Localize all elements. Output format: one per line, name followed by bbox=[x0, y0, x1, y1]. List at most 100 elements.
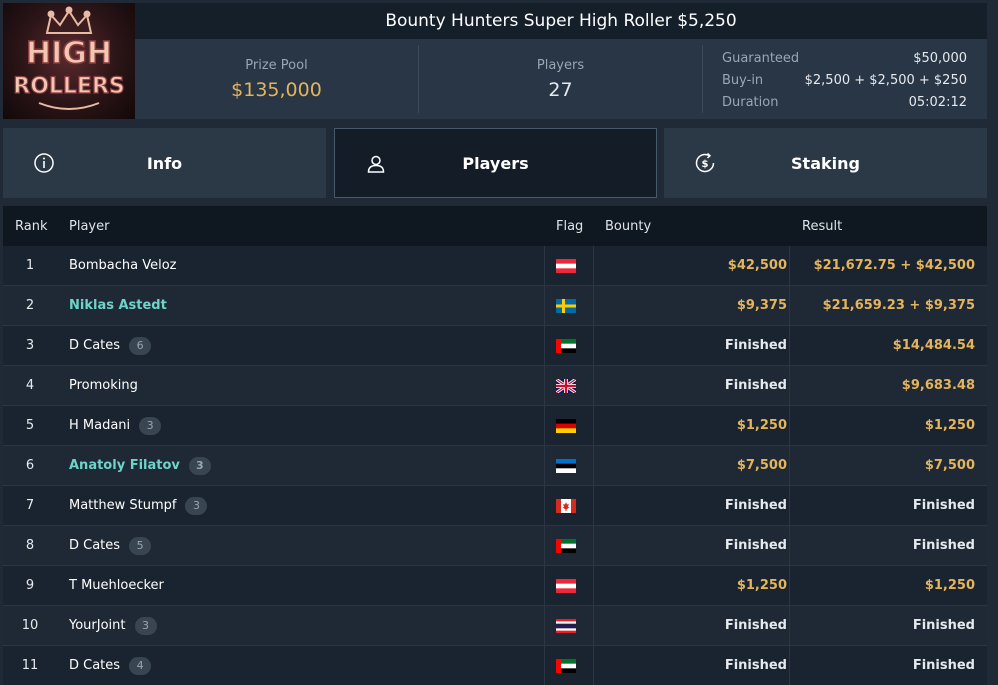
table-body: 1 Bombacha Veloz $42,500 $21,672.75 + $42,5… bbox=[3, 246, 987, 685]
result-cell: Finished bbox=[912, 618, 975, 633]
bounty-cell: $42,500 bbox=[727, 258, 787, 273]
player-name: D Cates bbox=[69, 538, 121, 553]
canada-flag bbox=[556, 498, 576, 513]
column-divider bbox=[544, 606, 545, 645]
column-divider bbox=[544, 526, 545, 565]
guaranteed-value: $50,000 bbox=[913, 50, 967, 66]
prize-pool-stat: Prize Pool $135,000 bbox=[135, 39, 418, 119]
player-name[interactable]: Anatoly Filatov bbox=[69, 458, 180, 473]
austria-flag bbox=[556, 578, 576, 593]
tab-players[interactable]: Players bbox=[334, 128, 657, 198]
guaranteed-label: Guaranteed bbox=[722, 50, 800, 66]
bounty-cell: Finished bbox=[724, 658, 787, 673]
buyin-label: Buy-in bbox=[722, 72, 764, 88]
flag-cell bbox=[556, 286, 576, 325]
flag-cell bbox=[556, 366, 576, 405]
bounty-cell: Finished bbox=[724, 498, 787, 513]
player-count-badge: 3 bbox=[139, 416, 162, 435]
rank-cell: 2 bbox=[25, 298, 35, 313]
thailand-flag bbox=[556, 618, 576, 633]
players-stat: Players 27 bbox=[419, 39, 702, 119]
table-row[interactable]: 1 Bombacha Veloz $42,500 $21,672.75 + $42,5… bbox=[3, 246, 987, 286]
flag-cell bbox=[556, 326, 576, 365]
duration-row: Duration 05:02:12 bbox=[722, 91, 967, 113]
result-cell: Finished bbox=[912, 498, 975, 513]
tab-staking[interactable]: $ Staking bbox=[664, 128, 987, 198]
player-count-badge: 5 bbox=[129, 536, 152, 555]
table-row[interactable]: 11 D Cates 4 Finished Finished bbox=[3, 646, 987, 685]
column-divider bbox=[544, 486, 545, 525]
germany-flag bbox=[556, 418, 576, 433]
flag-cell bbox=[556, 446, 576, 485]
table-row[interactable]: 6 Anatoly Filatov 3 $7,500 $7,500 bbox=[3, 446, 987, 486]
player-cell[interactable]: Anatoly Filatov 3 bbox=[69, 446, 211, 485]
rank-cell: 3 bbox=[25, 338, 35, 353]
uae-flag bbox=[556, 658, 576, 673]
dollar-icon: $ bbox=[695, 152, 715, 173]
rank-cell: 10 bbox=[21, 618, 39, 633]
flag-header[interactable]: Flag bbox=[556, 219, 583, 234]
rank-cell: 6 bbox=[25, 458, 35, 473]
player-cell[interactable]: Niklas Astedt bbox=[69, 286, 167, 325]
duration-value: 05:02:12 bbox=[908, 94, 967, 110]
table-row[interactable]: 8 D Cates 5 Finished Finished bbox=[3, 526, 987, 566]
table-row[interactable]: 4 Promoking Finished $9,683.48 bbox=[3, 366, 987, 406]
column-divider bbox=[544, 246, 545, 285]
tab-info[interactable]: Info bbox=[3, 128, 326, 198]
svg-text:HIGH: HIGH bbox=[26, 36, 112, 71]
result-header[interactable]: Result bbox=[802, 219, 842, 234]
bounty-cell: $9,375 bbox=[736, 298, 787, 313]
player-name: T Muehloecker bbox=[69, 578, 164, 593]
table-row[interactable]: 10 YourJoint 3 Finished Finished bbox=[3, 606, 987, 646]
player-count-badge: 4 bbox=[129, 656, 152, 675]
bounty-cell: $1,250 bbox=[736, 418, 787, 433]
column-divider bbox=[544, 446, 545, 485]
result-cell: $9,683.48 bbox=[901, 378, 975, 393]
players-value: 27 bbox=[548, 78, 573, 101]
player-count-badge: 6 bbox=[129, 336, 152, 355]
rank-header[interactable]: Rank bbox=[15, 219, 47, 234]
flag-cell bbox=[556, 606, 576, 645]
sweden-flag bbox=[556, 298, 576, 313]
players-table: Rank Player Flag Bounty Result 1 Bombacha… bbox=[3, 206, 987, 685]
info-icon bbox=[34, 153, 54, 173]
table-row[interactable]: 7 Matthew Stumpf 3 Finished Finished bbox=[3, 486, 987, 526]
player-cell: D Cates 6 bbox=[69, 326, 152, 365]
guaranteed-row: Guaranteed $50,000 bbox=[722, 47, 967, 69]
player-cell: Promoking bbox=[69, 366, 138, 405]
result-cell: $21,672.75 + $42,500 bbox=[813, 258, 975, 273]
result-cell: $1,250 bbox=[924, 418, 975, 433]
bounty-header[interactable]: Bounty bbox=[605, 219, 651, 234]
column-divider bbox=[544, 646, 545, 685]
player-name: H Madani bbox=[69, 418, 131, 433]
player-name[interactable]: Niklas Astedt bbox=[69, 298, 167, 313]
player-cell: YourJoint 3 bbox=[69, 606, 157, 645]
column-divider bbox=[544, 366, 545, 405]
bounty-cell: Finished bbox=[724, 378, 787, 393]
table-row[interactable]: 3 D Cates 6 Finished $14,484.54 bbox=[3, 326, 987, 366]
flag-cell bbox=[556, 406, 576, 445]
tournament-stats: Prize Pool $135,000 Players 27 Guarantee… bbox=[135, 39, 987, 119]
tab-bar: Info Players $ Staking bbox=[3, 128, 987, 198]
player-cell: Bombacha Veloz bbox=[69, 246, 177, 285]
table-row[interactable]: 2 Niklas Astedt $9,375 $21,659.23 + $9,375 bbox=[3, 286, 987, 326]
player-header[interactable]: Player bbox=[69, 219, 109, 234]
flag-cell bbox=[556, 646, 576, 685]
player-name: Promoking bbox=[69, 378, 138, 393]
table-row[interactable]: 9 T Muehloecker $1,250 $1,250 bbox=[3, 566, 987, 606]
result-cell: $1,250 bbox=[924, 578, 975, 593]
column-divider bbox=[544, 566, 545, 605]
austria-flag bbox=[556, 258, 576, 273]
flag-cell bbox=[556, 246, 576, 285]
result-cell: $21,659.23 + $9,375 bbox=[822, 298, 975, 313]
result-cell: Finished bbox=[912, 658, 975, 673]
rank-cell: 9 bbox=[25, 578, 35, 593]
high-rollers-logo: HIGH ROLLERS bbox=[3, 3, 135, 119]
flag-cell bbox=[556, 486, 576, 525]
stat-divider bbox=[702, 45, 703, 113]
duration-label: Duration bbox=[722, 94, 779, 110]
prize-pool-label: Prize Pool bbox=[245, 57, 308, 73]
bounty-cell: Finished bbox=[724, 338, 787, 353]
table-row[interactable]: 5 H Madani 3 $1,250 $1,250 bbox=[3, 406, 987, 446]
table-header: Rank Player Flag Bounty Result bbox=[3, 206, 987, 246]
